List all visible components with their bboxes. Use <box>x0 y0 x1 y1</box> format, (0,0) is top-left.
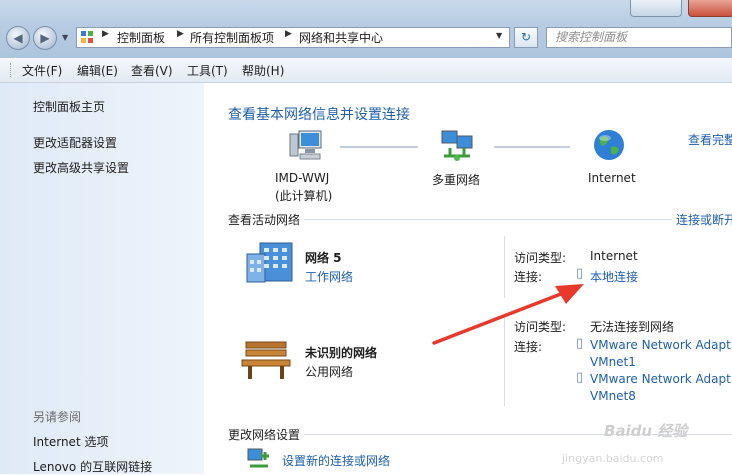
access-type-value: Internet <box>590 249 638 263</box>
access-type-label: 访问类型: <box>514 251 567 265</box>
connections-label: 连接: <box>514 340 543 354</box>
sidebar-link-sharing[interactable]: 更改高级共享设置 <box>33 159 129 176</box>
search-input[interactable]: 搜索控制面板 <box>546 27 732 48</box>
refresh-button[interactable]: ↻ <box>514 27 538 48</box>
vmnet1-link[interactable]: VMware Network Adapt <box>590 338 731 352</box>
menu-edit[interactable]: 编辑(E) <box>77 62 118 79</box>
sidebar-link-internet-options[interactable]: Internet 选项 <box>33 433 108 450</box>
see-also-heading: 另请参阅 <box>33 410 82 424</box>
breadcrumb-chevron-icon: ▶ <box>102 29 109 39</box>
vmnet8-link[interactable]: VMware Network Adapt <box>590 372 731 386</box>
setup-connection-icon <box>247 448 269 468</box>
forward-arrow-icon: ▶ <box>40 31 50 45</box>
watermark-url: jingyan.baidu.com <box>562 452 664 465</box>
refresh-icon: ↻ <box>520 30 532 44</box>
view-full-map-link[interactable]: 查看完整 <box>688 131 732 148</box>
building-network-icon <box>246 242 293 283</box>
breadcrumb-chevron-icon: ▶ <box>285 29 292 39</box>
vmnet1-link-line2[interactable]: VMnet1 <box>590 355 636 369</box>
computer-sub-label: (此计算机) <box>275 189 333 203</box>
sidebar-link-adapter[interactable]: 更改适配器设置 <box>33 134 117 151</box>
breadcrumb-control-panel[interactable]: 控制面板 <box>117 29 165 46</box>
setup-new-connection-link[interactable]: 设置新的连接或网络 <box>282 452 390 469</box>
back-arrow-icon: ◀ <box>13 31 23 45</box>
connect-disconnect-link[interactable]: 连接或断开 <box>676 211 732 228</box>
vmnet8-link-line2[interactable]: VMnet8 <box>590 389 636 403</box>
ethernet-icon: ▯ <box>576 370 584 385</box>
ethernet-icon: ▯ <box>576 266 584 281</box>
menu-view[interactable]: 查看(V) <box>131 62 173 79</box>
divider <box>504 316 505 406</box>
local-connection-link[interactable]: 本地连接 <box>590 268 638 285</box>
computer-name: IMD-WWJ <box>275 171 330 185</box>
change-settings-heading: 更改网络设置 <box>228 428 301 442</box>
active-networks-heading: 查看活动网络 <box>228 213 301 227</box>
sidebar-link-home[interactable]: 控制面板主页 <box>33 98 105 115</box>
watermark: Baidu 经验 <box>604 422 688 440</box>
internet-globe-icon <box>594 130 624 160</box>
network-type-link[interactable]: 工作网络 <box>305 268 353 285</box>
divider <box>504 236 505 298</box>
menu-help[interactable]: 帮助(H) <box>242 62 284 79</box>
map-connector <box>340 146 418 148</box>
park-bench-icon <box>241 341 291 379</box>
network-type-label: 公用网络 <box>305 365 354 379</box>
ethernet-icon: ▯ <box>576 336 584 351</box>
access-type-value: 无法连接到网络 <box>590 320 675 334</box>
multiple-networks-icon <box>441 130 473 161</box>
menu-grip <box>10 63 14 77</box>
sidebar-link-lenovo[interactable]: Lenovo 的互联网链接 <box>33 458 152 475</box>
multi-network-label: 多重网络 <box>432 173 481 187</box>
control-panel-icon <box>81 31 93 43</box>
back-button[interactable]: ◀ <box>6 26 30 50</box>
menu-file[interactable]: 文件(F) <box>22 62 62 79</box>
breadcrumb-chevron-icon: ▶ <box>177 29 184 39</box>
network-name: 未识别的网络 <box>305 346 378 360</box>
forward-button[interactable]: ▶ <box>33 26 57 50</box>
menu-tools[interactable]: 工具(T) <box>187 62 228 79</box>
breadcrumb-network-center[interactable]: 网络和共享中心 <box>299 29 383 46</box>
breadcrumb-all-items[interactable]: 所有控制面板项 <box>190 29 274 46</box>
network-name: 网络 5 <box>305 251 342 265</box>
connections-label: 连接: <box>514 270 543 284</box>
map-connector <box>494 146 570 148</box>
address-dropdown-icon[interactable]: ▼ <box>496 31 502 40</box>
recent-pages-icon[interactable]: ▼ <box>62 33 68 42</box>
maximize-button[interactable] <box>630 0 682 17</box>
close-button[interactable] <box>688 0 732 17</box>
divider <box>304 219 672 220</box>
page-title: 查看基本网络信息并设置连接 <box>228 107 410 123</box>
access-type-label: 访问类型: <box>514 320 567 334</box>
internet-label: Internet <box>588 171 636 185</box>
computer-icon <box>289 130 322 160</box>
